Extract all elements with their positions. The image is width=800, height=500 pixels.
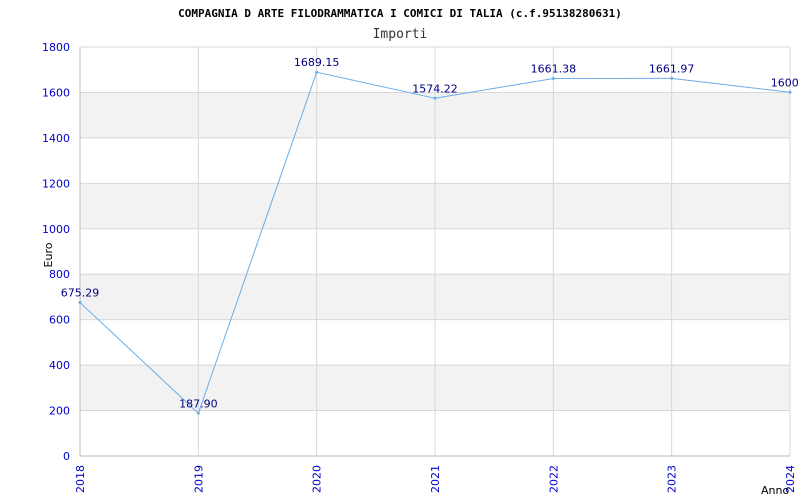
y-tick-label: 600 [49,314,70,327]
y-tick-label: 800 [49,268,70,281]
y-tick-label: 1600 [42,86,70,99]
data-point [670,76,674,80]
data-label: 1574.22 [412,82,458,95]
data-point [788,90,792,94]
y-tick-label: 1200 [42,177,70,190]
x-tick-label: 2018 [74,465,87,493]
data-point [78,301,82,305]
x-tick-label: 2019 [192,465,205,493]
data-point [315,70,319,74]
x-tick-label: 2023 [666,465,679,493]
y-tick-label: 1400 [42,132,70,145]
data-label: 1689.15 [294,56,340,69]
y-tick-label: 400 [49,359,70,372]
data-label: 675.29 [61,287,100,300]
data-label: 187.90 [179,397,218,410]
chart-subtitle: Importi [373,27,428,42]
x-tick-labels: 2018 2019 2020 2021 2022 2023 2024 [74,465,797,493]
data-point [196,411,200,415]
y-tick-label: 0 [63,450,70,463]
y-tick-label: 200 [49,405,70,418]
data-label: 1661.97 [649,62,695,75]
data-point [551,76,555,80]
x-tick-label: 2022 [547,465,560,493]
y-axis-label: Euro [42,242,55,267]
x-tick-label: 2021 [429,465,442,493]
data-label: 1600.8 [771,76,800,89]
y-tick-label: 1000 [42,223,70,236]
x-tick-label: 2020 [311,465,324,493]
chart-title: COMPAGNIA D ARTE FILODRAMMATICA I COMICI… [178,7,622,20]
y-tick-label: 1800 [42,41,70,54]
x-axis-label: Anno [761,484,789,497]
chart: COMPAGNIA D ARTE FILODRAMMATICA I COMICI… [42,7,800,497]
data-point [433,96,437,100]
data-label: 1661.38 [531,62,577,75]
